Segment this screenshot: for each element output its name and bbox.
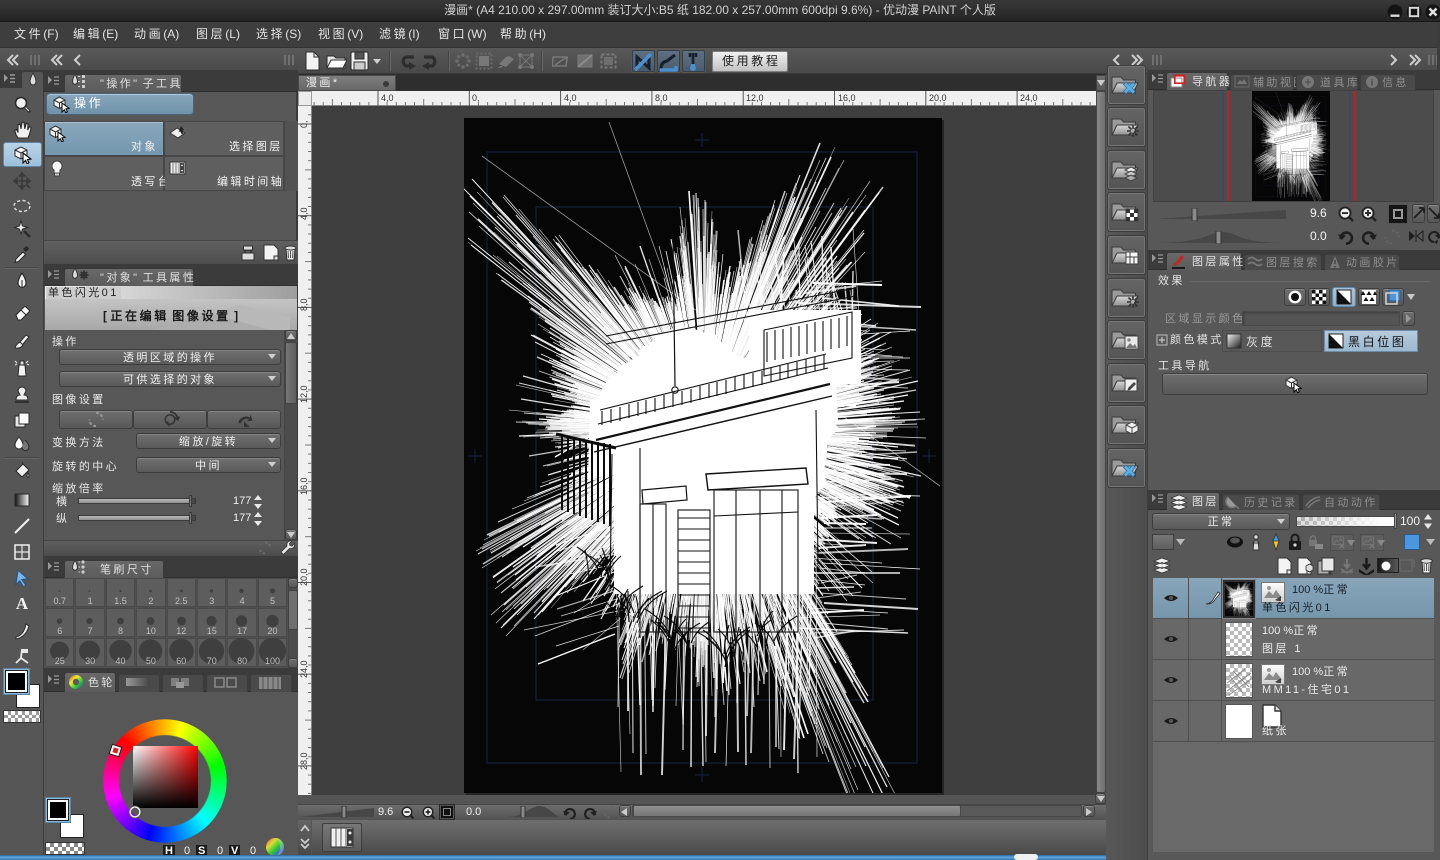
svg-text:12,0: 12,0 (299, 385, 309, 403)
svg-text:A: A (16, 594, 29, 613)
svg-text:4,0: 4,0 (381, 93, 394, 103)
svg-text:8,0: 8,0 (655, 93, 668, 103)
svg-text:24,0: 24,0 (299, 660, 309, 678)
svg-text:16,0: 16,0 (299, 477, 309, 495)
svg-text:0,: 0, (472, 93, 480, 103)
svg-text:16,0: 16,0 (838, 93, 856, 103)
svg-text:12,0: 12,0 (746, 93, 764, 103)
svg-text:4,0: 4,0 (564, 93, 577, 103)
svg-text:24,0: 24,0 (1020, 93, 1038, 103)
svg-text:8,0: 8,0 (299, 298, 309, 311)
svg-text:4,0: 4,0 (299, 207, 309, 220)
svg-text:28,0: 28,0 (299, 752, 309, 770)
svg-text:0,: 0, (299, 120, 309, 128)
svg-text:20,0: 20,0 (929, 93, 947, 103)
svg-text:20,0: 20,0 (299, 568, 309, 586)
